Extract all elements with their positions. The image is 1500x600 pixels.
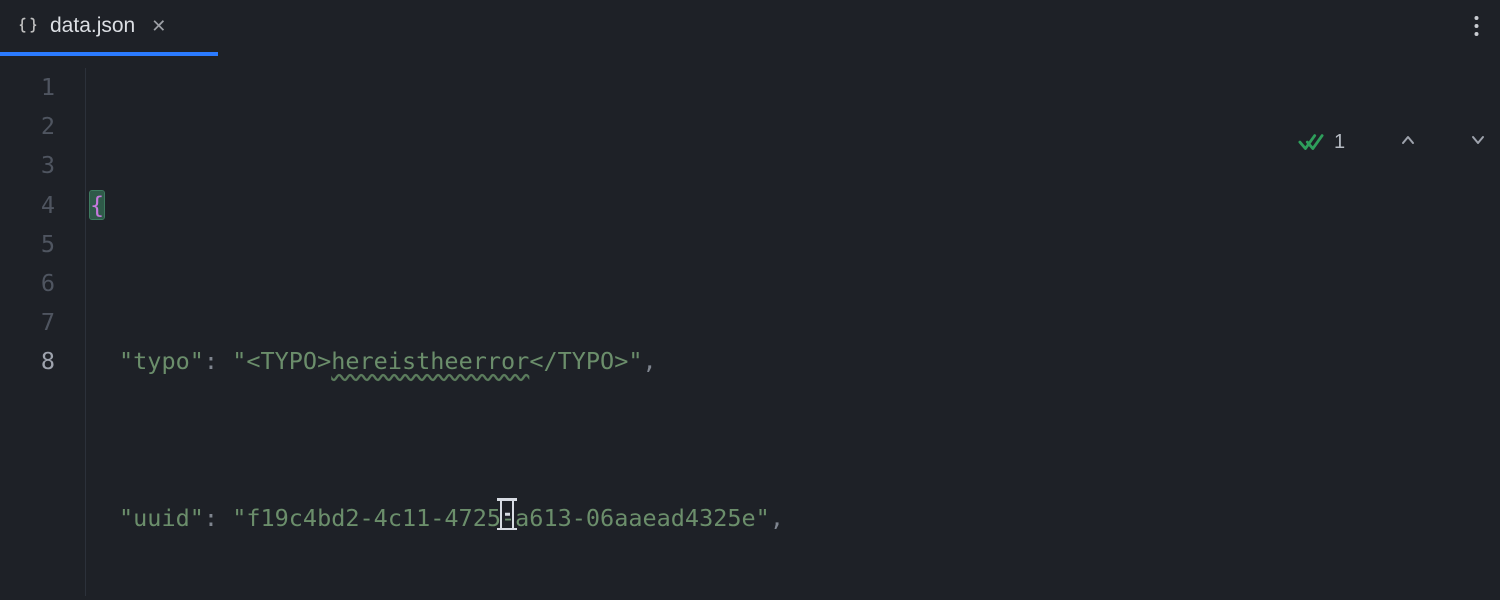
- problems-count: 1: [1334, 123, 1345, 162]
- code-line: "typo": "<TYPO>hereistheerror</TYPO>",: [86, 342, 1500, 381]
- line-number-gutter: 1 2 3 4 5 6 7 8: [0, 68, 86, 596]
- next-problem-icon[interactable]: [1426, 84, 1486, 202]
- tab-bar: data.json ✕: [0, 0, 1500, 52]
- code-content[interactable]: { "typo": "<TYPO>hereistheerror</TYPO>",…: [86, 68, 1500, 596]
- json-key: "uuid": [119, 504, 204, 532]
- typo-marker: hereistheerror: [331, 347, 529, 375]
- line-number: 6: [0, 264, 55, 303]
- tab-filename: data.json: [50, 14, 135, 38]
- line-number: 2: [0, 107, 55, 146]
- prev-problem-icon[interactable]: [1355, 84, 1415, 202]
- line-number: 3: [0, 146, 55, 185]
- tab-data-json[interactable]: data.json ✕: [0, 0, 184, 52]
- code-editor[interactable]: 1 2 3 4 5 6 7 8 { "typo": "<TYPO>hereist…: [0, 52, 1500, 596]
- code-line: "uuid": "f19c4bd2-4c11-4725-a613-06aaead…: [86, 499, 1500, 538]
- line-number: 1: [0, 68, 55, 107]
- line-number: 5: [0, 225, 55, 264]
- line-number: 4: [0, 186, 55, 225]
- close-icon[interactable]: ✕: [147, 16, 170, 37]
- line-number: 7: [0, 303, 55, 342]
- json-string: "<TYPO>hereistheerror</TYPO>": [232, 347, 642, 375]
- json-braces-icon: [18, 16, 38, 36]
- more-actions-icon[interactable]: [1452, 0, 1500, 52]
- check-overlay-icon: [1298, 132, 1324, 154]
- code-line: {: [86, 186, 1500, 225]
- problems-widget: 1: [1298, 84, 1486, 202]
- json-key: "typo": [119, 347, 204, 375]
- json-string: "f19c4bd2-4c11-4725-a613-06aaead4325e": [232, 504, 770, 532]
- open-brace: {: [90, 191, 104, 219]
- line-number: 8: [0, 342, 55, 381]
